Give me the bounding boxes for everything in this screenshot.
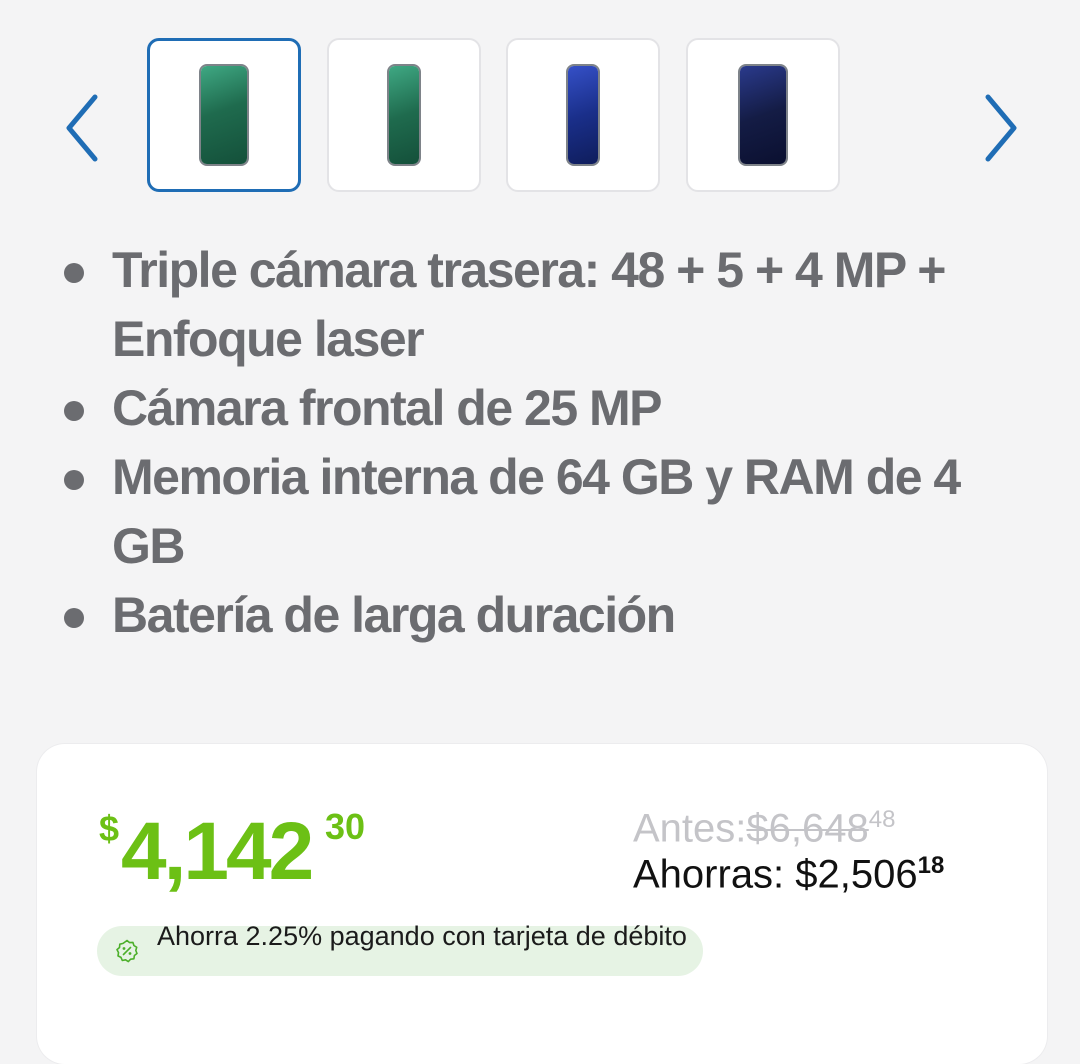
previous-price-cents: 48 <box>868 806 896 833</box>
debit-card-promo-badge: Ahorra 2.25% pagando con tarjeta de débi… <box>97 921 703 976</box>
phone-image <box>568 66 598 164</box>
thumbnail-1[interactable] <box>147 38 301 192</box>
phone-image <box>389 66 419 164</box>
feature-text: Cámara frontal de 25 MP <box>112 380 663 436</box>
price-card: $ 4,142 30 Antes:$6,64848 Ahorras: $2,50… <box>37 744 1047 1064</box>
feature-item: Memoria interna de 64 GB y RAM de 4 GB <box>62 443 1032 581</box>
chevron-left-icon <box>66 94 98 162</box>
price-integer: 4,142 <box>121 806 314 897</box>
bullet-icon <box>64 470 84 490</box>
feature-text: Memoria interna de 64 GB y RAM de 4 GB <box>112 449 961 574</box>
feature-item: Batería de larga duración <box>62 581 1032 650</box>
bullet-icon <box>64 263 84 283</box>
feature-item: Triple cámara trasera: 48 + 5 + 4 MP + E… <box>62 236 1032 374</box>
chevron-right-icon <box>985 94 1017 162</box>
image-carousel <box>0 30 1080 205</box>
savings-cents: 18 <box>917 852 945 879</box>
carousel-prev-button[interactable] <box>58 88 108 168</box>
price-currency: $ <box>99 808 120 849</box>
discount-badge-icon <box>116 939 138 963</box>
phone-image <box>740 66 786 164</box>
carousel-next-button[interactable] <box>975 88 1025 168</box>
feature-item: Cámara frontal de 25 MP <box>62 374 1032 443</box>
price-cents: 30 <box>325 806 366 847</box>
previous-price-label: Antes: <box>633 806 747 851</box>
feature-text: Batería de larga duración <box>112 587 676 643</box>
thumbnail-3[interactable] <box>506 38 660 192</box>
bullet-icon <box>64 608 84 628</box>
savings-label: Ahorras: $2,506 <box>633 852 918 897</box>
promo-text: Ahorra 2.25% pagando con tarjeta de débi… <box>157 921 687 951</box>
feature-text: Triple cámara trasera: 48 + 5 + 4 MP + E… <box>112 242 946 367</box>
thumbnail-4[interactable] <box>686 38 840 192</box>
bullet-icon <box>64 401 84 421</box>
previous-price: Antes:$6,64848 <box>633 806 895 851</box>
previous-price-value: $6,648 <box>746 806 869 851</box>
feature-list: Triple cámara trasera: 48 + 5 + 4 MP + E… <box>62 236 1032 650</box>
savings-amount: Ahorras: $2,50618 <box>633 852 944 897</box>
thumbnail-2[interactable] <box>327 38 481 192</box>
phone-image <box>201 66 247 164</box>
